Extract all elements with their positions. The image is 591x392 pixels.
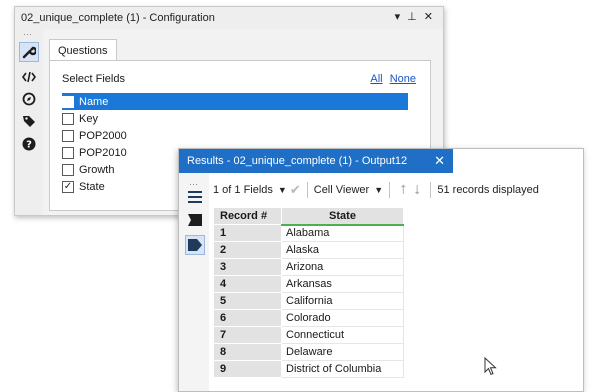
- field-checkbox[interactable]: [62, 95, 74, 108]
- toolbar-divider: [389, 182, 391, 198]
- record-number: 2: [213, 241, 282, 259]
- fields-selector-label: 1 of 1 Fields: [213, 184, 273, 196]
- tag-icon[interactable]: [19, 111, 39, 131]
- results-side-rail: ⋯: [179, 173, 209, 391]
- cell-viewer-selector[interactable]: Cell Viewer ▼: [314, 184, 383, 196]
- mouse-pointer-icon: [484, 357, 497, 376]
- state-cell[interactable]: Connecticut: [281, 326, 404, 344]
- state-cell[interactable]: District of Columbia: [281, 360, 404, 378]
- table-row[interactable]: 5 California: [213, 292, 404, 310]
- results-tab[interactable]: Results - 02_unique_complete (1) - Outpu…: [179, 149, 453, 173]
- results-grid: Record # State 1 Alabama 2 Alaska 3 Ariz…: [213, 207, 404, 378]
- state-cell[interactable]: Delaware: [281, 343, 404, 361]
- rail-grip-icon[interactable]: ⋯: [23, 29, 33, 40]
- select-all-link[interactable]: All: [370, 73, 382, 85]
- configuration-side-rail: ⋯ ?: [15, 29, 43, 215]
- close-icon[interactable]: ✕: [434, 153, 445, 169]
- state-cell[interactable]: Alabama: [281, 224, 404, 242]
- select-fields-label: Select Fields: [62, 73, 125, 85]
- record-number: 1: [213, 224, 282, 242]
- field-checkbox-checked[interactable]: ✓: [62, 180, 74, 193]
- field-item-key[interactable]: Key: [62, 110, 408, 127]
- table-row[interactable]: 1 Alabama: [213, 224, 404, 242]
- toolbar-divider: [430, 182, 432, 198]
- record-number: 7: [213, 326, 282, 344]
- configuration-title-bar[interactable]: 02_unique_complete (1) - Configuration ▾…: [15, 7, 443, 29]
- column-header-state[interactable]: State: [281, 207, 404, 226]
- field-label: Name: [79, 95, 109, 108]
- arrow-down-icon[interactable]: ⭣: [414, 182, 420, 198]
- state-cell[interactable]: Colorado: [281, 309, 404, 327]
- compass-icon[interactable]: [19, 89, 39, 109]
- table-row[interactable]: 9 District of Columbia: [213, 360, 404, 378]
- table-row[interactable]: 8 Delaware: [213, 343, 404, 361]
- field-label: POP2010: [79, 146, 127, 159]
- field-item-name[interactable]: Name: [62, 93, 408, 110]
- record-number: 3: [213, 258, 282, 276]
- output-anchor-icon[interactable]: [185, 235, 205, 255]
- chevron-down-icon: ▼: [277, 185, 287, 195]
- record-number: 6: [213, 309, 282, 327]
- table-row[interactable]: 7 Connecticut: [213, 326, 404, 344]
- record-number: 8: [213, 343, 282, 361]
- svg-text:?: ?: [26, 140, 32, 151]
- cell-viewer-label: Cell Viewer: [313, 184, 370, 196]
- state-cell[interactable]: Arkansas: [281, 275, 404, 293]
- help-icon[interactable]: ?: [19, 134, 39, 154]
- table-row[interactable]: 3 Arizona: [213, 258, 404, 276]
- table-row[interactable]: 2 Alaska: [213, 241, 404, 259]
- results-panel: Results - 02_unique_complete (1) - Outpu…: [178, 148, 584, 392]
- record-number: 4: [213, 275, 282, 293]
- results-toolbar: 1 of 1 Fields ▼ ✔ Cell Viewer ▼ ⭡ ⭣ 51 r…: [213, 179, 583, 201]
- select-none-link[interactable]: None: [390, 73, 416, 85]
- field-checkbox[interactable]: [62, 146, 74, 159]
- field-checkbox[interactable]: [62, 163, 74, 176]
- field-item-pop2000[interactable]: POP2000: [62, 127, 408, 144]
- state-cell[interactable]: California: [281, 292, 404, 310]
- record-number: 9: [213, 360, 282, 378]
- column-header-record[interactable]: Record #: [213, 207, 282, 225]
- field-checkbox[interactable]: [62, 129, 74, 142]
- apply-check-icon[interactable]: ✔: [290, 182, 301, 198]
- wrench-icon[interactable]: [19, 42, 39, 62]
- fields-selector[interactable]: 1 of 1 Fields ▼: [213, 184, 287, 196]
- tab-questions[interactable]: Questions: [49, 39, 117, 61]
- records-count: 51 records displayed: [437, 184, 539, 196]
- arrow-up-icon[interactable]: ⭡: [400, 182, 406, 198]
- field-label: POP2000: [79, 129, 127, 142]
- table-row[interactable]: 4 Arkansas: [213, 275, 404, 293]
- state-cell[interactable]: Alaska: [281, 241, 404, 259]
- toolbar-divider: [306, 182, 308, 198]
- list-view-icon[interactable]: [187, 189, 203, 205]
- chevron-down-icon: ▼: [374, 185, 384, 195]
- state-cell[interactable]: Arizona: [281, 258, 404, 276]
- field-checkbox[interactable]: [62, 112, 74, 125]
- input-anchor-icon[interactable]: [187, 212, 203, 228]
- record-number: 5: [213, 292, 282, 310]
- select-links: All None: [366, 73, 416, 85]
- field-label: Growth: [79, 163, 115, 176]
- configuration-title: 02_unique_complete (1) - Configuration: [21, 12, 215, 24]
- results-title: Results - 02_unique_complete (1) - Outpu…: [187, 155, 408, 167]
- field-label: Key: [79, 112, 98, 125]
- grid-header-row: Record # State: [213, 207, 404, 226]
- window-controls[interactable]: ▾ ⊥ ✕: [395, 10, 435, 23]
- table-row[interactable]: 6 Colorado: [213, 309, 404, 327]
- field-label: State: [79, 180, 105, 193]
- code-icon[interactable]: [19, 67, 39, 87]
